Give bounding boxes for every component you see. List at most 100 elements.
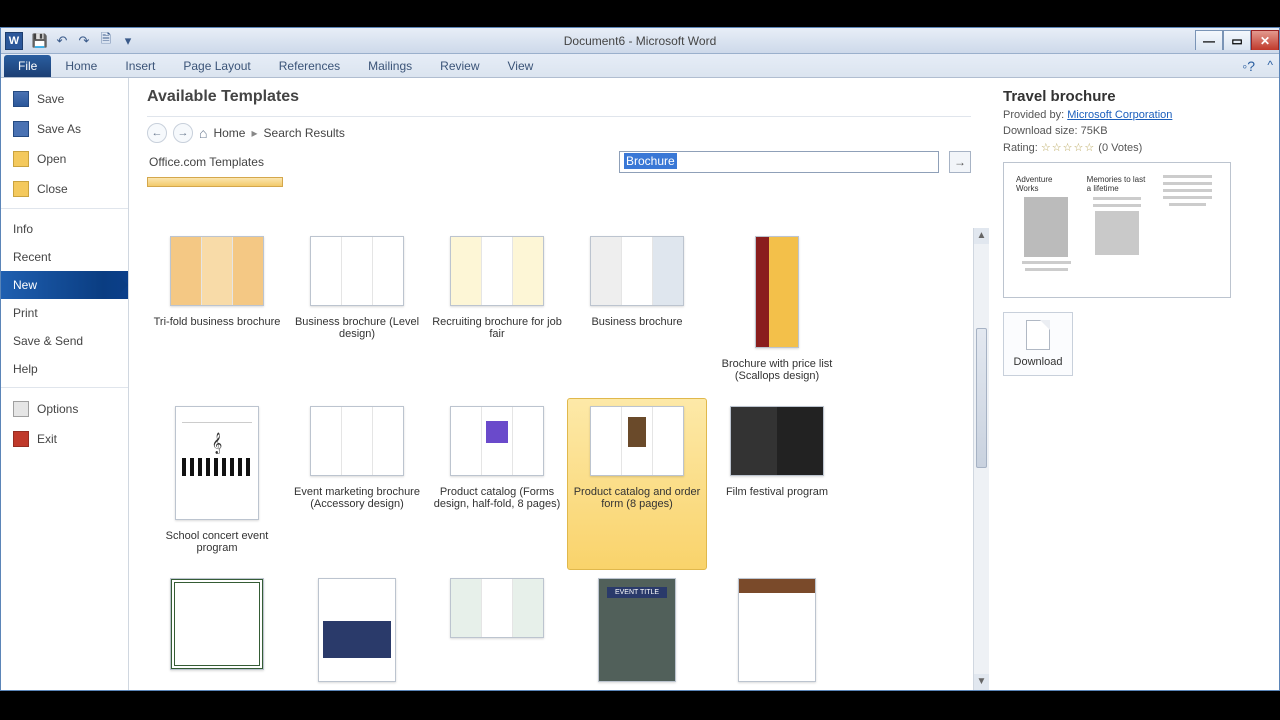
home-icon[interactable]: ⌂ [199,125,207,141]
template-item[interactable]: Tri-fold business brochure [147,228,287,398]
rating-stars-icon: ☆☆☆☆☆ [1041,142,1095,154]
breadcrumb-current: Search Results [264,126,345,140]
template-thumbnail [738,578,816,682]
preview-thumb-h1: Adventure Works [1016,175,1077,193]
sidebar-item-exit[interactable]: Exit [1,424,128,454]
nav-back-button[interactable]: ← [147,123,167,143]
sidebar-item-label: Info [13,222,33,236]
help-icon[interactable]: ◦? [1242,58,1255,74]
download-label: Download [1014,356,1063,368]
templates-scrollbar[interactable]: ▲ ▼ [973,228,989,690]
template-item[interactable]: Business brochure (Level design) [287,228,427,398]
download-size-value: 75KB [1081,125,1108,137]
template-label: Brochure with price list (Scallops desig… [711,358,843,382]
save-icon [13,91,29,107]
template-thumbnail [318,578,396,682]
ribbon-tab-mailings[interactable]: Mailings [354,55,426,77]
template-label: Product catalog (Forms design, half-fold… [431,486,563,510]
sidebar-item-saveas[interactable]: Save As [1,114,128,144]
sidebar-item-label: Close [37,182,68,196]
template-label: Recruiting brochure for job fair [431,316,563,340]
maximize-button[interactable]: ▭ [1223,30,1251,50]
sidebar-item-save[interactable]: Save [1,84,128,114]
sidebar-item-options[interactable]: Options [1,394,128,424]
sidebar-item-info[interactable]: Info [1,215,128,243]
sidebar-item-new[interactable]: New [1,271,128,299]
template-item[interactable]: Brochure with price list (Scallops desig… [707,228,847,398]
qat-save-icon[interactable]: 💾 [31,32,49,50]
sidebar-item-label: Save As [37,122,81,136]
sidebar-item-savesend[interactable]: Save & Send [1,327,128,355]
template-item[interactable] [427,570,567,690]
template-item[interactable] [287,570,427,690]
sidebar-item-close[interactable]: Close [1,174,128,204]
sidebar-item-label: Save [37,92,64,106]
ribbon-tab-home[interactable]: Home [51,55,111,77]
scroll-down-icon[interactable]: ▼ [974,674,989,690]
breadcrumb-home[interactable]: Home [213,126,245,140]
provided-by-link[interactable]: Microsoft Corporation [1067,109,1172,121]
rating-votes: (0 Votes) [1098,142,1142,154]
template-thumbnail [170,578,264,670]
qat-newdoc-icon[interactable]: 🗎 [97,32,115,50]
template-thumbnail [170,236,264,306]
template-item[interactable]: Product catalog and order form (8 pages) [567,398,707,570]
template-preview-pane: Travel brochure Provided by: Microsoft C… [989,78,1279,690]
sidebar-item-label: Print [13,306,38,320]
template-item[interactable]: Film festival program [707,398,847,570]
sidebar-item-help[interactable]: Help [1,355,128,383]
qat-undo-icon[interactable]: ↶ [53,32,71,50]
quick-access-toolbar: 💾 ↶ ↷ 🗎 ▾ [31,32,137,50]
sidebar-item-open[interactable]: Open [1,144,128,174]
download-button[interactable]: Download [1003,312,1073,376]
template-item[interactable]: Event marketing brochure (Accessory desi… [287,398,427,570]
rating-label: Rating: [1003,142,1038,154]
qat-customize-icon[interactable]: ▾ [119,32,137,50]
qat-redo-icon[interactable]: ↷ [75,32,93,50]
template-thumbnail [590,406,684,476]
templates-column: Available Templates ← → ⌂ Home ▸ Search … [129,78,989,690]
minimize-button[interactable]: — [1195,30,1223,50]
saveas-icon [13,121,29,137]
template-item[interactable] [147,570,287,690]
template-search-input[interactable]: Brochure [619,151,939,173]
ribbon-collapse-icon[interactable]: ^ [1267,58,1273,72]
close-button[interactable]: ✕ [1251,30,1279,50]
scroll-up-icon[interactable]: ▲ [974,228,989,244]
nav-forward-button[interactable]: → [173,123,193,143]
template-label: Event marketing brochure (Accessory desi… [291,486,423,510]
sidebar-item-label: Help [13,362,38,376]
sidebar-item-print[interactable]: Print [1,299,128,327]
template-item[interactable]: EVENT TITLE [567,570,707,690]
file-tab[interactable]: File [4,55,51,77]
word-app-icon: W [5,32,23,50]
template-label: School concert event program [151,530,283,554]
sidebar-item-label: Open [37,152,66,166]
ribbon-tab-view[interactable]: View [494,55,548,77]
templates-grid: Tri-fold business brochureBusiness broch… [147,228,989,690]
template-label: Film festival program [726,486,828,498]
preview-thumb-h2: Memories to last a lifetime [1087,175,1148,193]
sidebar-item-label: Recent [13,250,51,264]
templates-breadcrumb: ← → ⌂ Home ▸ Search Results [147,123,971,143]
ribbon-tab-pagelayout[interactable]: Page Layout [169,55,264,77]
template-item[interactable]: Business brochure [567,228,707,398]
ribbon-tabs: File Home Insert Page Layout References … [1,54,1279,78]
ribbon-tab-references[interactable]: References [265,55,354,77]
exit-icon [13,431,29,447]
options-icon [13,401,29,417]
ribbon-tab-insert[interactable]: Insert [111,55,169,77]
template-item[interactable]: 𝄞School concert event program [147,398,287,570]
template-thumbnail [590,236,684,306]
search-go-button[interactable]: → [949,151,971,173]
template-item[interactable]: Recruiting brochure for job fair [427,228,567,398]
ribbon-tab-review[interactable]: Review [426,55,493,77]
template-thumbnail: EVENT TITLE [598,578,676,682]
template-thumbnail [310,236,404,306]
template-item[interactable]: Product catalog (Forms design, half-fold… [427,398,567,570]
scroll-thumb[interactable] [976,328,987,468]
template-item[interactable] [707,570,847,690]
sidebar-item-recent[interactable]: Recent [1,243,128,271]
template-label: Business brochure (Level design) [291,316,423,340]
titlebar: W 💾 ↶ ↷ 🗎 ▾ Document6 - Microsoft Word —… [1,28,1279,54]
